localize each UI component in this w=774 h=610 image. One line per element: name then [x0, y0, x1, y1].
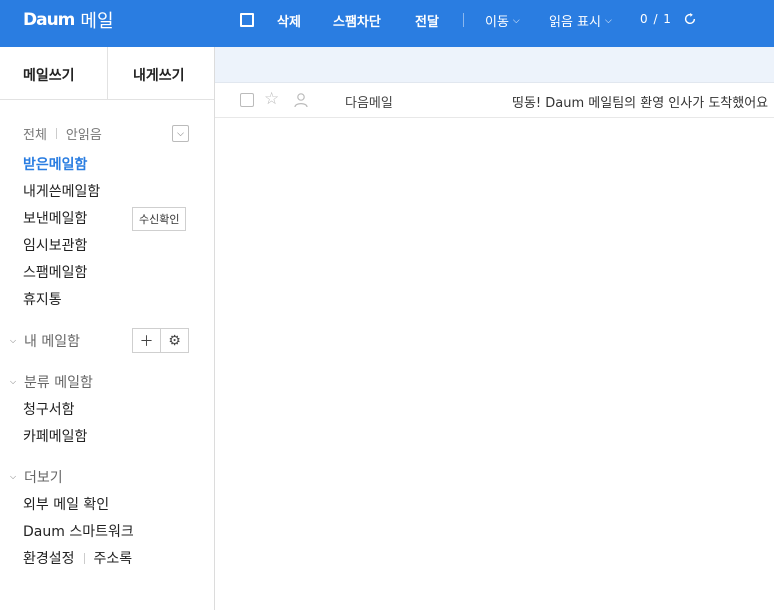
mark-read-menu-label: 읽음 표시 — [549, 15, 601, 30]
toolbar-divider — [463, 13, 464, 27]
folder-sent-to-self[interactable]: 내게쓴메일함 — [23, 181, 100, 201]
mailbox-tools: ＋ ⚙ — [132, 328, 189, 353]
folder-inbox[interactable]: 받은메일함 — [23, 154, 87, 174]
compose-row: 메일쓰기 내게쓰기 — [0, 47, 214, 100]
write-to-self-button[interactable]: 내게쓰기 — [133, 65, 185, 85]
mail-row[interactable]: ☆ 다음메일 띵동! Daum 메일팀의 환영 인사가 도착했어요 — [215, 84, 774, 118]
compose-divider — [107, 47, 108, 100]
chevron-down-icon: ⌵ — [10, 472, 17, 481]
mail-subject[interactable]: 띵동! Daum 메일팀의 환영 인사가 도착했어요 — [512, 92, 774, 111]
chevron-down-icon: ⌵ — [10, 377, 17, 386]
filter-row: 전체 안읽음 — [23, 124, 102, 143]
chevron-down-icon: ⌵ — [512, 15, 520, 26]
folder-drafts[interactable]: 임시보관함 — [23, 235, 87, 255]
mail-list-area: ☆ 다음메일 띵동! Daum 메일팀의 환영 인사가 도착했어요 — [215, 47, 774, 610]
chevron-down-icon: ⌵ — [10, 336, 17, 345]
folder-cafe-mail[interactable]: 카페메일함 — [23, 426, 87, 446]
my-mailbox-label: 내 메일함 — [24, 334, 80, 350]
folder-sent[interactable]: 보낸메일함 — [23, 208, 87, 228]
folder-trash[interactable]: 휴지통 — [23, 289, 62, 309]
app-name: 메일 — [80, 11, 114, 32]
daum-logo-mark: Daum — [23, 10, 75, 30]
address-book-link[interactable]: 주소록 — [94, 548, 133, 568]
person-icon — [294, 93, 308, 108]
more-section[interactable]: ⌵ 더보기 — [10, 467, 63, 487]
my-mailbox-section[interactable]: ⌵ 내 메일함 — [10, 331, 80, 351]
filter-toggle-button[interactable]: ⌵ — [172, 125, 189, 142]
mark-read-menu[interactable]: 읽음 표시 ⌵ — [549, 11, 612, 30]
smartwork-link[interactable]: Daum 스마트워크 — [23, 521, 134, 541]
filter-divider — [55, 128, 57, 139]
refresh-icon[interactable] — [683, 12, 697, 26]
list-banner — [215, 47, 774, 83]
filter-unread[interactable]: 안읽음 — [66, 124, 102, 143]
select-all-checkbox[interactable] — [240, 13, 254, 27]
page-count: 0 / 1 — [640, 12, 672, 26]
mail-row-checkbox[interactable] — [240, 93, 254, 107]
gear-icon[interactable]: ⚙ — [161, 329, 188, 352]
chevron-down-icon: ⌵ — [177, 128, 184, 139]
external-mail-link[interactable]: 외부 메일 확인 — [23, 494, 109, 514]
sidebar: 메일쓰기 내게쓰기 전체 안읽음 ⌵ 받은메일함 내게쓴메일함 보낸메일함 수신… — [0, 47, 215, 610]
more-label: 더보기 — [24, 470, 63, 486]
forward-button[interactable]: 전달 — [415, 11, 439, 30]
category-mailbox-label: 분류 메일함 — [24, 375, 93, 391]
write-mail-button[interactable]: 메일쓰기 — [23, 65, 75, 85]
category-mailbox-section[interactable]: ⌵ 분류 메일함 — [10, 372, 93, 392]
chevron-down-icon: ⌵ — [604, 15, 612, 26]
settings-link[interactable]: 환경설정 — [23, 548, 75, 568]
delete-button[interactable]: 삭제 — [277, 11, 301, 30]
settings-divider — [83, 552, 85, 564]
receipt-check-button[interactable]: 수신확인 — [132, 207, 187, 231]
spam-block-button[interactable]: 스팸차단 — [333, 11, 381, 30]
folder-spam[interactable]: 스팸메일함 — [23, 262, 87, 282]
daum-mail-logo[interactable]: Daum 메일 — [23, 8, 114, 32]
mail-sender: 다음메일 — [345, 96, 393, 111]
folder-bills[interactable]: 청구서함 — [23, 399, 75, 419]
add-icon[interactable]: ＋ — [133, 329, 160, 352]
top-bar: Daum 메일 삭제 스팸차단 전달 이동 ⌵ 읽음 표시 ⌵ 0 / 1 — [0, 0, 774, 47]
settings-row: 환경설정 주소록 — [23, 548, 132, 568]
star-icon[interactable]: ☆ — [264, 89, 279, 109]
move-menu[interactable]: 이동 ⌵ — [485, 11, 520, 30]
filter-all[interactable]: 전체 — [23, 124, 47, 143]
move-menu-label: 이동 — [485, 15, 509, 30]
